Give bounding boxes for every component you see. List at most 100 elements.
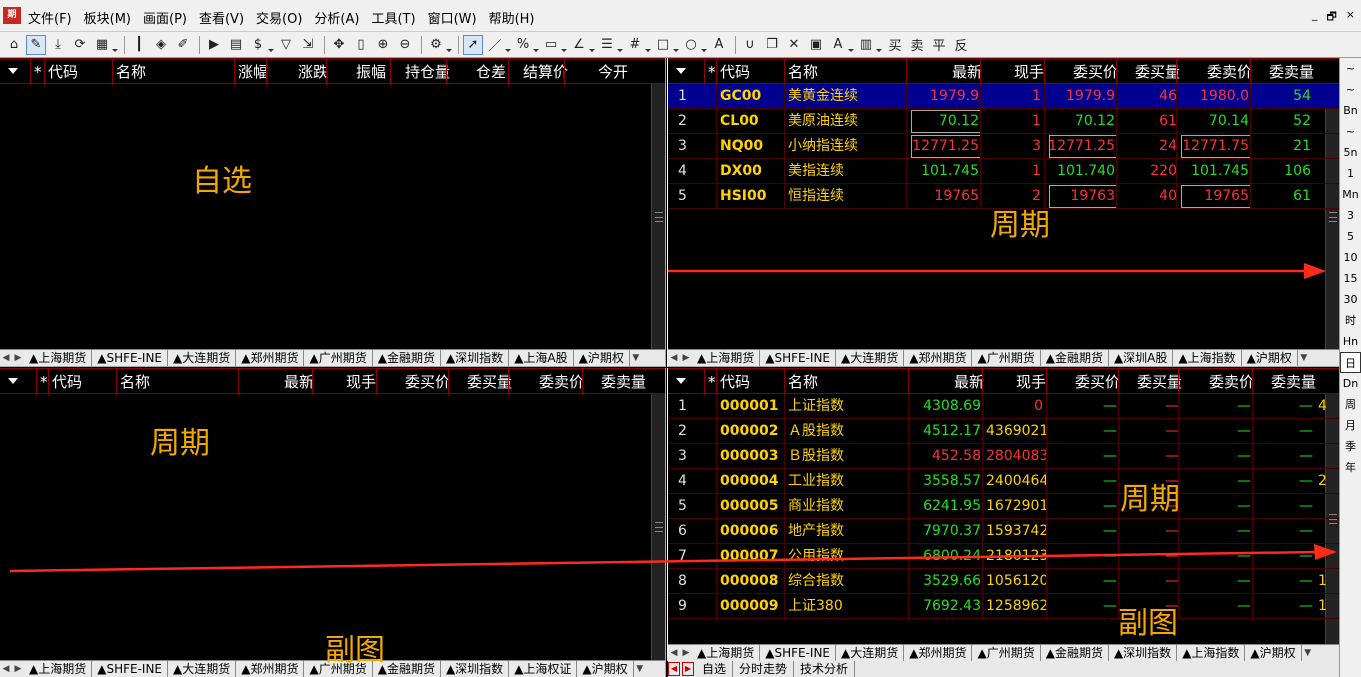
table-row[interactable]: 3 NQ00 小纳指连续 12771.25 3 12771.25 24 12771.75 21: [668, 134, 1339, 159]
br-col-6[interactable]: 委买量: [1122, 372, 1182, 392]
view-tab-nav-next-icon[interactable]: ▶: [682, 662, 694, 676]
tl-tab-1[interactable]: ▲SHFE-INE: [92, 350, 169, 366]
period-button-9[interactable]: 10: [1340, 247, 1361, 268]
menu-item-2[interactable]: 画面(P): [143, 8, 187, 27]
table-row[interactable]: 9000009上证3807692.4312589628————1: [668, 594, 1339, 619]
br-tab-3[interactable]: ▲郑州期货: [904, 645, 973, 661]
br-col-3[interactable]: 最新: [912, 372, 984, 392]
bl-tab-0[interactable]: ▲上海期货: [24, 661, 93, 677]
tl-tab-7[interactable]: ▲上海A股: [509, 350, 574, 366]
menu-item-5[interactable]: 分析(A): [314, 8, 359, 27]
text-icon[interactable]: A: [709, 35, 729, 55]
period-button-3[interactable]: ~: [1340, 121, 1361, 142]
br-tab-7[interactable]: ▲上海指数: [1177, 645, 1246, 661]
tr-tab-1[interactable]: ▲SHFE-INE: [760, 350, 837, 366]
table-row[interactable]: 8 000008 综合指数 3529.66 10561203 — — — — 1: [668, 569, 1339, 594]
period-button-14[interactable]: 日: [1340, 352, 1361, 373]
tr-tab-more-icon[interactable]: ▼: [1298, 353, 1310, 363]
tr-col-4[interactable]: 现手: [984, 62, 1044, 82]
table-row[interactable]: 4000004工业指数3558.5724004643————2: [668, 469, 1339, 494]
tl-col-6[interactable]: 持仓量: [394, 62, 450, 82]
buy-button[interactable]: 买: [884, 35, 906, 54]
settings-icon[interactable]: ⚙: [426, 35, 452, 55]
table-row[interactable]: 3 000003 Ｂ股指数 452.58 2804083 — — — —: [668, 444, 1339, 469]
bl-scroll-grip[interactable]: [655, 522, 663, 532]
period-button-5[interactable]: 1: [1340, 163, 1361, 184]
period-button-10[interactable]: 15: [1340, 268, 1361, 289]
minimize-button[interactable]: _: [1312, 8, 1318, 27]
tl-tab-more-icon[interactable]: ▼: [630, 353, 642, 363]
tl-col-1[interactable]: 代码: [48, 62, 108, 82]
tl-tab-5[interactable]: ▲金融期货: [372, 350, 441, 366]
move-icon[interactable]: ✥: [329, 35, 349, 55]
bl-col-1[interactable]: 代码: [52, 372, 118, 392]
br-col-1[interactable]: 代码: [720, 372, 786, 392]
export-icon[interactable]: ⇲: [298, 35, 318, 55]
tr-tab-nav-prev-icon[interactable]: ◀: [668, 353, 680, 363]
tr-tab-4[interactable]: ▲广州期货: [972, 350, 1041, 366]
tl-scroll-grip[interactable]: [655, 211, 663, 222]
home-icon[interactable]: ⌂: [4, 35, 24, 55]
view-tab-0[interactable]: 自选: [696, 661, 734, 677]
period-button-12[interactable]: 时: [1340, 310, 1361, 331]
percent-icon[interactable]: %: [513, 35, 539, 55]
tl-tab-6[interactable]: ▲深圳指数: [440, 350, 510, 366]
br-col-4[interactable]: 现手: [986, 372, 1046, 392]
table-row[interactable]: 7 000007 公用指数 6800.24 21801236 — — — —: [668, 544, 1339, 569]
candles-icon[interactable]: ┃: [129, 35, 149, 55]
zoom-in-icon[interactable]: ⊕: [373, 35, 393, 55]
br-col-5[interactable]: 委买价: [1050, 372, 1120, 392]
delete-icon[interactable]: ✕: [784, 35, 804, 55]
period-button-4[interactable]: 5n: [1340, 142, 1361, 163]
br-tab-6[interactable]: ▲深圳指数: [1108, 645, 1178, 661]
period-button-2[interactable]: Bn: [1340, 100, 1361, 121]
tr-col-2[interactable]: 名称: [788, 62, 908, 82]
bl-tab-more-icon[interactable]: ▼: [634, 664, 646, 674]
table-row[interactable]: 6 000006 地产指数 7970.37 15937428 — — — —: [668, 519, 1339, 544]
tr-tab-7[interactable]: ▲上海指数: [1173, 350, 1242, 366]
doc-icon[interactable]: ▤: [226, 35, 246, 55]
tr-menu-dropdown-icon[interactable]: [676, 68, 686, 74]
tl-col-3[interactable]: 涨幅: [238, 62, 268, 82]
tl-col-0[interactable]: *: [34, 62, 44, 82]
cursor-icon[interactable]: ➚: [463, 34, 483, 55]
menu-item-4[interactable]: 交易(O): [256, 8, 302, 27]
bl-tab-2[interactable]: ▲大连期货: [168, 661, 237, 677]
tr-tab-nav-next-icon[interactable]: ▶: [680, 353, 692, 363]
tl-menu-dropdown-icon[interactable]: [8, 68, 18, 74]
tl-tab-nav-prev-icon[interactable]: ◀: [0, 353, 12, 363]
line-icon[interactable]: ／: [485, 35, 511, 55]
period-button-8[interactable]: 5: [1340, 226, 1361, 247]
period-button-16[interactable]: 周: [1340, 394, 1361, 415]
period-button-6[interactable]: Mn: [1340, 184, 1361, 205]
table-row[interactable]: 4 DX00 美指连续 101.745 1 101.740 220 101.745 106: [668, 159, 1339, 184]
table-row[interactable]: 2 000002 Ａ股指数 4512.17 43690217 — — — —: [668, 419, 1339, 444]
period-button-11[interactable]: 30: [1340, 289, 1361, 310]
rect-icon[interactable]: □: [653, 35, 679, 55]
br-tab-more-icon[interactable]: ▼: [1302, 648, 1314, 658]
tr-tab-8[interactable]: ▲沪期权: [1241, 350, 1298, 366]
bl-col-7[interactable]: 委卖价: [512, 372, 584, 392]
tl-col-4[interactable]: 涨跌: [270, 62, 328, 82]
ruler-icon[interactable]: ▭: [541, 35, 567, 55]
period-button-18[interactable]: 季: [1340, 436, 1361, 457]
tr-col-8[interactable]: 委卖量: [1254, 62, 1314, 82]
bl-col-5[interactable]: 委买价: [380, 372, 450, 392]
tr-col-3[interactable]: 最新: [910, 62, 982, 82]
table-row[interactable]: 2 CL00 美原油连续 70.12 1 70.12 61 70.14 52: [668, 109, 1339, 134]
period-button-13[interactable]: Hn: [1340, 331, 1361, 352]
tr-tab-0[interactable]: ▲上海期货: [692, 350, 761, 366]
sell-button[interactable]: 卖: [906, 35, 928, 54]
bl-tab-nav-prev-icon[interactable]: ◀: [0, 664, 12, 674]
close-position-button[interactable]: 平: [928, 35, 950, 54]
download-icon[interactable]: ⤓: [48, 35, 68, 55]
tl-col-5[interactable]: 振幅: [330, 62, 386, 82]
tr-tab-2[interactable]: ▲大连期货: [836, 350, 905, 366]
tl-col-7[interactable]: 仓差: [450, 62, 506, 82]
br-menu-dropdown-icon[interactable]: [676, 378, 686, 384]
bl-tab-6[interactable]: ▲深圳指数: [440, 661, 510, 677]
save-icon[interactable]: ▥: [856, 35, 882, 55]
br-tab-nav-prev-icon[interactable]: ◀: [668, 648, 680, 658]
bl-col-2[interactable]: 名称: [120, 372, 240, 392]
bl-tab-3[interactable]: ▲郑州期货: [236, 661, 305, 677]
